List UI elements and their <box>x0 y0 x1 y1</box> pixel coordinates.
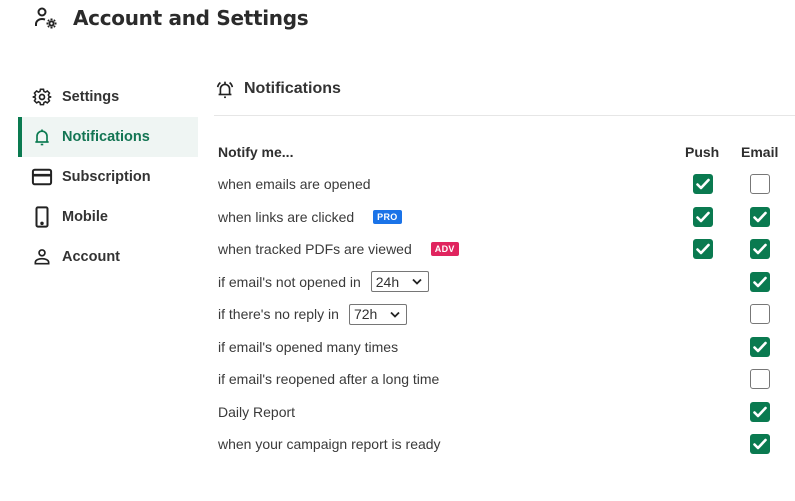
row-label-wrap: if email's opened many times <box>218 339 398 355</box>
sidebar-item-label: Notifications <box>62 129 150 145</box>
checkmark-icon <box>696 243 710 255</box>
email-checkbox[interactable] <box>750 174 770 195</box>
row-label-wrap: if there's no reply in 72h <box>218 303 407 325</box>
checkmark-icon <box>753 276 767 288</box>
divider <box>214 115 795 116</box>
push-checkbox[interactable] <box>693 206 713 227</box>
delay-select-value: 24h <box>375 273 400 290</box>
email-checkbox[interactable] <box>750 271 770 292</box>
row-label-wrap: if email's reopened after a long time <box>218 371 439 387</box>
row-label: if email's reopened after a long time <box>218 371 440 388</box>
page-header: Account and Settings <box>33 4 309 32</box>
email-checkbox[interactable] <box>750 369 770 390</box>
gear-icon <box>31 86 53 108</box>
delay-select-value: 72h <box>353 306 378 323</box>
table-row: if email's reopened after a long time <box>218 363 795 396</box>
chevron-down-icon <box>390 311 400 318</box>
email-checkbox[interactable] <box>750 434 770 455</box>
email-checkbox[interactable] <box>750 336 770 357</box>
checkmark-icon <box>696 211 710 223</box>
delay-select[interactable]: 24h <box>370 271 429 293</box>
push-checkbox[interactable] <box>693 174 713 195</box>
row-label: when emails are opened <box>218 176 371 193</box>
delay-select[interactable]: 72h <box>348 303 407 325</box>
email-checkbox[interactable] <box>750 401 770 422</box>
sidebar-item-label: Mobile <box>62 209 108 225</box>
sidebar-item-mobile[interactable]: Mobile <box>18 197 198 237</box>
page-title: Account and Settings <box>73 6 309 30</box>
row-label-wrap: Daily Report <box>218 404 295 420</box>
email-column-header: Email <box>741 143 779 160</box>
pro-badge: PRO <box>373 209 402 224</box>
user-icon <box>31 246 53 268</box>
row-label-wrap: when tracked PDFs are viewed ADV <box>218 241 459 257</box>
sidebar-item-label: Account <box>62 249 120 265</box>
row-label-wrap: when your campaign report is ready <box>218 436 441 452</box>
row-label: Daily Report <box>218 403 296 420</box>
checkmark-icon <box>753 406 767 418</box>
bell-ringing-icon <box>214 78 236 100</box>
email-checkbox[interactable] <box>750 304 770 325</box>
checkmark-icon <box>696 178 710 190</box>
sidebar-item-subscription[interactable]: Subscription <box>18 157 198 197</box>
push-column-header: Push <box>685 143 720 160</box>
checkmark-icon <box>753 243 767 255</box>
row-label: if there's no reply in <box>218 306 339 323</box>
table-row: if there's no reply in 72h <box>218 298 795 331</box>
checkmark-icon <box>753 341 767 353</box>
table-row: if email's not opened in 24h <box>218 266 795 299</box>
section-title: Notifications <box>244 80 341 97</box>
email-checkbox[interactable] <box>750 239 770 260</box>
table-row: when your campaign report is ready <box>218 428 795 461</box>
user-gear-icon <box>33 5 59 31</box>
sidebar-item-label: Settings <box>62 89 120 105</box>
row-label: if email's not opened in <box>218 273 361 290</box>
checkmark-icon <box>753 438 767 450</box>
table-row: when tracked PDFs are viewed ADV <box>218 233 795 266</box>
push-checkbox[interactable] <box>693 239 713 260</box>
table-row: when emails are opened <box>218 168 795 201</box>
row-label-wrap: if email's not opened in 24h <box>218 271 429 293</box>
row-label: when your campaign report is ready <box>218 436 441 453</box>
row-label-wrap: when links are clicked PRO <box>218 209 402 225</box>
adv-badge: ADV <box>430 242 459 257</box>
sidebar-item-account[interactable]: Account <box>18 237 198 277</box>
mobile-phone-icon <box>31 206 53 228</box>
table-header: Notify me... Push Email <box>218 135 795 168</box>
table-row: Daily Report <box>218 396 795 429</box>
row-label-wrap: when emails are opened <box>218 176 371 192</box>
row-label: when tracked PDFs are viewed <box>218 241 412 258</box>
notification-table: Notify me... Push Email when emails are … <box>218 135 795 461</box>
row-label: when links are clicked <box>218 208 355 225</box>
sidebar-item-notifications[interactable]: Notifications <box>18 117 198 157</box>
row-label: if email's opened many times <box>218 338 399 355</box>
sidebar: Settings Notifications Subscription Mobi… <box>18 77 198 277</box>
notify-me-label: Notify me... <box>218 143 294 160</box>
bell-icon <box>31 126 53 148</box>
credit-card-icon <box>31 166 53 188</box>
checkmark-icon <box>753 211 767 223</box>
sidebar-item-settings[interactable]: Settings <box>18 77 198 117</box>
notifications-panel: Notifications <box>214 72 795 116</box>
chevron-down-icon <box>412 278 422 286</box>
table-row: when links are clicked PRO <box>218 201 795 234</box>
section-header: Notifications <box>214 72 795 106</box>
email-checkbox[interactable] <box>750 206 770 227</box>
sidebar-item-label: Subscription <box>62 169 151 185</box>
table-row: if email's opened many times <box>218 331 795 364</box>
